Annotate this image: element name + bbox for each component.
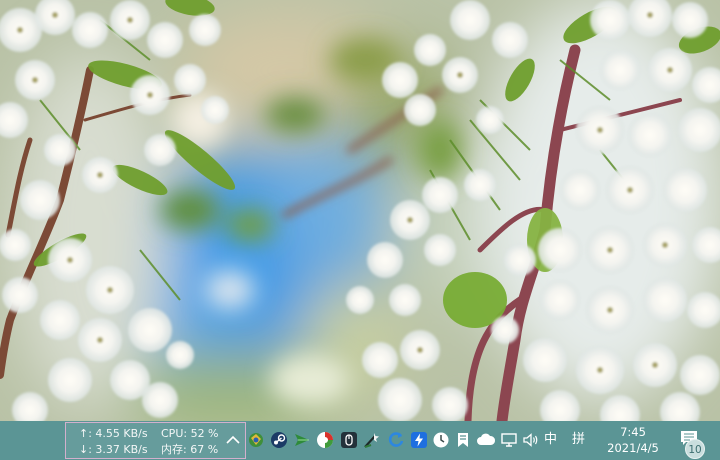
- mouse-icon[interactable]: [339, 430, 359, 450]
- cpu-usage: CPU: 52 %: [161, 427, 219, 440]
- ime-language-indicator[interactable]: 中: [544, 431, 557, 449]
- clock-time: 7:45: [620, 425, 646, 439]
- antivirus-icon[interactable]: [315, 430, 335, 450]
- network-monitor-widget[interactable]: ↑: 4.55 KB/s ↓: 3.37 KB/s CPU: 52 % 内存: …: [65, 422, 246, 459]
- action-center-button[interactable]: 10: [676, 427, 712, 459]
- cloud-icon[interactable]: [476, 430, 496, 450]
- upload-speed: ↑: 4.55 KB/s: [79, 427, 148, 440]
- network-icon[interactable]: [499, 430, 519, 450]
- paper-plane-icon[interactable]: [292, 430, 312, 450]
- chevron-up-icon[interactable]: [223, 430, 243, 450]
- lightning-icon[interactable]: [409, 430, 429, 450]
- steam-icon[interactable]: [269, 430, 289, 450]
- taskbar: ↑: 4.55 KB/s ↓: 3.37 KB/s CPU: 52 % 内存: …: [0, 421, 720, 460]
- memory-usage: 内存: 67 %: [161, 443, 219, 456]
- download-speed: ↓: 3.37 KB/s: [79, 443, 148, 456]
- bookmark-icon[interactable]: [453, 430, 473, 450]
- clock-icon[interactable]: [431, 430, 451, 450]
- ime-mode-indicator[interactable]: 拼: [572, 431, 585, 449]
- wand-app-icon[interactable]: [362, 430, 382, 450]
- refresh-arrow-icon[interactable]: [386, 430, 406, 450]
- volume-icon[interactable]: [521, 430, 541, 450]
- notification-count-badge: 10: [685, 439, 705, 459]
- clock-date: 2021/4/5: [607, 441, 659, 455]
- system-clock[interactable]: 7:45 2021/4/5: [600, 424, 666, 456]
- desktop-wallpaper: [0, 0, 720, 421]
- globe-app-icon[interactable]: [246, 430, 266, 450]
